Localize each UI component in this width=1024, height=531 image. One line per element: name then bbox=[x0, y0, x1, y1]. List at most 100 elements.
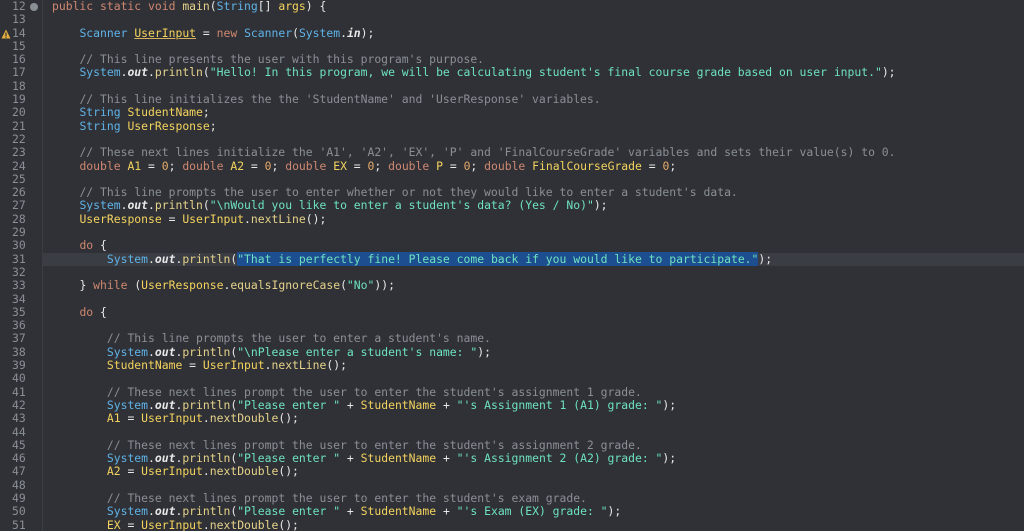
code-line[interactable]: // This line initializes the the 'Studen… bbox=[42, 92, 1024, 106]
code-token: } bbox=[79, 278, 94, 293]
code-line[interactable]: // These next lines prompt the user to e… bbox=[42, 490, 1024, 505]
line-number-gutter[interactable]: 12 13 14 15 16 17 18 19 20 21 22 23 24 25 26 27 28 29 30 31… bbox=[0, 0, 43, 531]
code-token: // These next lines initialize the 'A1',… bbox=[79, 145, 896, 160]
line-number: 28 bbox=[0, 212, 42, 226]
code-token: "Hello! In this program, we will be calc… bbox=[209, 65, 882, 80]
code-token: "Please enter " bbox=[237, 504, 341, 519]
code-token: nextDouble bbox=[209, 411, 279, 426]
code-token: "That is perfectly fine! Please come bac… bbox=[237, 251, 759, 266]
code-line[interactable]: public static void main(String[] args) { bbox=[42, 0, 1024, 13]
code-token: . bbox=[148, 251, 155, 266]
code-line[interactable]: UserResponse = UserInput.nextLine(); bbox=[42, 212, 1024, 226]
code-line[interactable]: System.out.println("Please enter " + Stu… bbox=[42, 397, 1024, 412]
line-number-text: 15 bbox=[12, 38, 26, 53]
line-number: 50 bbox=[0, 504, 42, 518]
code-token: // These next lines prompt the user to e… bbox=[106, 490, 587, 505]
code-line-content: // This line presents the user with this… bbox=[52, 53, 484, 66]
code-line[interactable] bbox=[42, 40, 1024, 53]
line-number-text: 49 bbox=[12, 490, 26, 505]
code-line[interactable]: A2 = UserInput.nextDouble(); bbox=[42, 465, 1024, 478]
line-number-text: 38 bbox=[12, 344, 26, 359]
code-token: ( bbox=[292, 25, 299, 40]
code-line-content: System.out.println("That is perfectly fi… bbox=[52, 251, 772, 266]
line-number-text: 30 bbox=[12, 238, 26, 253]
line-number: 18 bbox=[0, 78, 42, 93]
line-number: 31 bbox=[0, 252, 42, 266]
code-line[interactable] bbox=[42, 13, 1024, 26]
code-token: "Please enter " bbox=[237, 397, 341, 412]
fold-collapse-icon[interactable] bbox=[30, 3, 38, 11]
code-token: double bbox=[79, 158, 128, 173]
code-line[interactable]: EX = UserInput.nextDouble(); bbox=[42, 518, 1024, 531]
line-number: 37 bbox=[0, 331, 42, 346]
code-token: = bbox=[641, 158, 663, 173]
line-number: 33 bbox=[0, 278, 42, 292]
code-line[interactable]: double A1 = 0; double A2 = 0; double EX … bbox=[42, 158, 1024, 173]
code-token: (); bbox=[326, 358, 347, 373]
code-token: System bbox=[298, 25, 341, 40]
code-line[interactable]: // This line prompts the user to enter w… bbox=[42, 186, 1024, 199]
code-token: args bbox=[278, 0, 306, 13]
code-line[interactable]: System.out.println("Please enter " + Stu… bbox=[42, 505, 1024, 518]
code-line[interactable] bbox=[42, 266, 1024, 279]
code-line-content bbox=[52, 133, 79, 146]
code-area[interactable]: public static void main(String[] args) {… bbox=[42, 0, 1024, 531]
code-line[interactable]: String UserResponse; bbox=[42, 118, 1024, 133]
code-line[interactable]: System.out.println("That is perfectly fi… bbox=[42, 251, 1024, 266]
code-line[interactable] bbox=[42, 479, 1024, 492]
code-token: println bbox=[182, 504, 231, 519]
code-line[interactable] bbox=[42, 293, 1024, 306]
code-token: . bbox=[148, 344, 155, 359]
code-line[interactable]: String StudentName; bbox=[42, 106, 1024, 119]
code-line-content bbox=[52, 266, 79, 279]
code-line-content bbox=[52, 319, 79, 332]
code-token: UserInput bbox=[134, 25, 197, 40]
code-line[interactable]: // These next lines initialize the 'A1',… bbox=[42, 146, 1024, 159]
line-number-text: 18 bbox=[12, 78, 26, 93]
code-token: ); bbox=[662, 451, 677, 466]
code-token: ; bbox=[209, 118, 217, 133]
code-line-content: System.out.println("\nWould you like to … bbox=[52, 199, 607, 212]
line-number: 29 bbox=[0, 225, 42, 239]
code-line[interactable]: System.out.println("\nPlease enter a stu… bbox=[42, 344, 1024, 359]
code-token: A1 bbox=[106, 411, 121, 426]
code-line[interactable]: A1 = UserInput.nextDouble(); bbox=[42, 412, 1024, 425]
code-line[interactable]: // These next lines prompt the user to e… bbox=[42, 438, 1024, 452]
line-number: 51 bbox=[0, 518, 42, 531]
code-line[interactable]: do { bbox=[42, 304, 1024, 319]
code-token: System bbox=[106, 251, 149, 266]
code-line[interactable]: System.out.println("\nWould you like to … bbox=[42, 199, 1024, 212]
warning-icon[interactable] bbox=[1, 29, 11, 39]
code-line[interactable]: System.out.println("Hello! In this progr… bbox=[42, 66, 1024, 79]
code-line-content: // These next lines prompt the user to e… bbox=[52, 490, 587, 505]
code-line[interactable] bbox=[42, 319, 1024, 332]
code-line[interactable]: } while (UserResponse.equalsIgnoreCase("… bbox=[42, 279, 1024, 292]
code-line[interactable]: Scanner UserInput = new Scanner(System.i… bbox=[42, 25, 1024, 40]
code-editor[interactable]: 12 13 14 15 16 17 18 19 20 21 22 23 24 25 26 27 28 29 30 31… bbox=[0, 0, 1024, 531]
code-line[interactable] bbox=[42, 372, 1024, 385]
code-line[interactable] bbox=[42, 426, 1024, 439]
code-line[interactable] bbox=[42, 226, 1024, 239]
code-token: UserInput bbox=[202, 358, 265, 373]
code-token: { bbox=[100, 304, 107, 319]
code-line[interactable] bbox=[42, 133, 1024, 146]
line-number: 26 bbox=[0, 185, 42, 199]
code-line[interactable] bbox=[42, 173, 1024, 186]
code-line[interactable]: // This line prompts the user to enter a… bbox=[42, 332, 1024, 345]
code-token: ); bbox=[360, 25, 375, 40]
code-line-content: // This line prompts the user to enter w… bbox=[52, 186, 737, 199]
code-line[interactable]: StudentName = UserInput.nextLine(); bbox=[42, 358, 1024, 373]
code-line-content: // These next lines prompt the user to e… bbox=[52, 385, 642, 399]
code-line[interactable]: do { bbox=[42, 239, 1024, 252]
code-line[interactable]: // This line presents the user with this… bbox=[42, 53, 1024, 66]
code-line-content: A1 = UserInput.nextDouble(); bbox=[52, 412, 299, 425]
code-line[interactable] bbox=[42, 80, 1024, 93]
line-number: 39 bbox=[0, 358, 42, 372]
code-line[interactable]: // These next lines prompt the user to e… bbox=[42, 385, 1024, 399]
code-line[interactable]: System.out.println("Please enter " + Stu… bbox=[42, 451, 1024, 466]
line-number-text: 37 bbox=[12, 331, 26, 346]
